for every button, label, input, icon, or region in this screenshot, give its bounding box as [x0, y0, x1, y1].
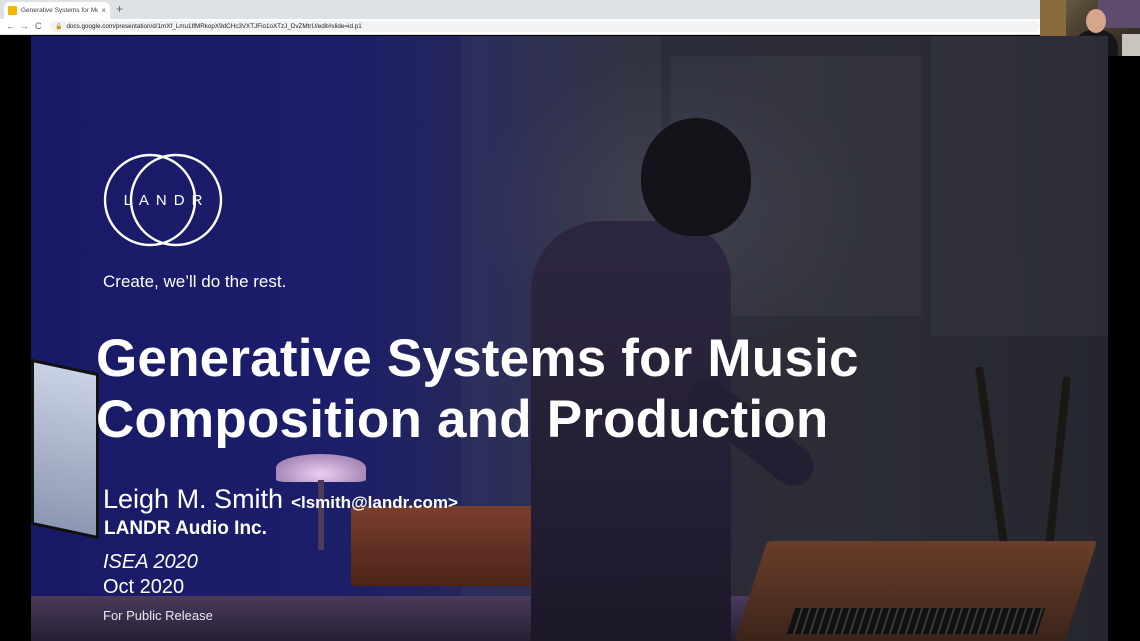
tab-slides[interactable]: Generative Systems for Music ×: [4, 2, 110, 19]
webcam-lamp: [1122, 34, 1140, 56]
tab-title: Generative Systems for Music: [21, 7, 99, 14]
tab-strip: Generative Systems for Music × +: [0, 0, 1140, 19]
new-tab-button[interactable]: +: [116, 2, 123, 16]
author-name: Leigh M. Smith: [103, 484, 284, 514]
lock-icon[interactable]: 🔒: [55, 23, 62, 30]
conference-name: ISEA 2020: [103, 551, 198, 573]
tagline: Create, we’ll do the rest.: [103, 272, 287, 291]
google-slides-icon: [8, 6, 17, 15]
author-line: Leigh M. Smith <lsmith@landr.com>: [103, 484, 458, 515]
release-note: For Public Release: [103, 608, 213, 623]
address-bar[interactable]: 🔒 docs.google.com/presentation/d/1mXf_Lm…: [50, 21, 1040, 32]
desk-lamp: [276, 454, 366, 482]
close-icon[interactable]: ×: [101, 6, 106, 15]
browser-toolbar: ← → C 🔒 docs.google.com/presentation/d/1…: [0, 19, 1140, 35]
musician-head: [641, 118, 751, 236]
back-button[interactable]: ←: [6, 20, 15, 33]
logo-wordmark: LANDR: [123, 191, 210, 209]
author-email: <lsmith@landr.com>: [291, 493, 458, 512]
webcam-presenter-head: [1086, 9, 1106, 33]
landr-logo: LANDR: [103, 152, 223, 248]
title-line-2: Composition and Production: [96, 390, 829, 449]
presentation-date: Oct 2020: [103, 576, 185, 598]
laptop-screen: [31, 358, 99, 540]
title-line-1: Generative Systems for Music: [96, 329, 859, 388]
url-text: docs.google.com/presentation/d/1mXf_Lmu1…: [66, 23, 362, 30]
synthesizer-keys: [786, 608, 1046, 634]
reload-button[interactable]: C: [35, 20, 42, 33]
company-name: LANDR Audio Inc.: [104, 518, 267, 539]
presentation-slide: LANDR Create, we’ll do the rest. Generat…: [31, 36, 1108, 641]
forward-button[interactable]: →: [20, 20, 29, 33]
wall-panel: [931, 36, 1108, 336]
slide-title: Generative Systems for Music Composition…: [96, 328, 859, 450]
